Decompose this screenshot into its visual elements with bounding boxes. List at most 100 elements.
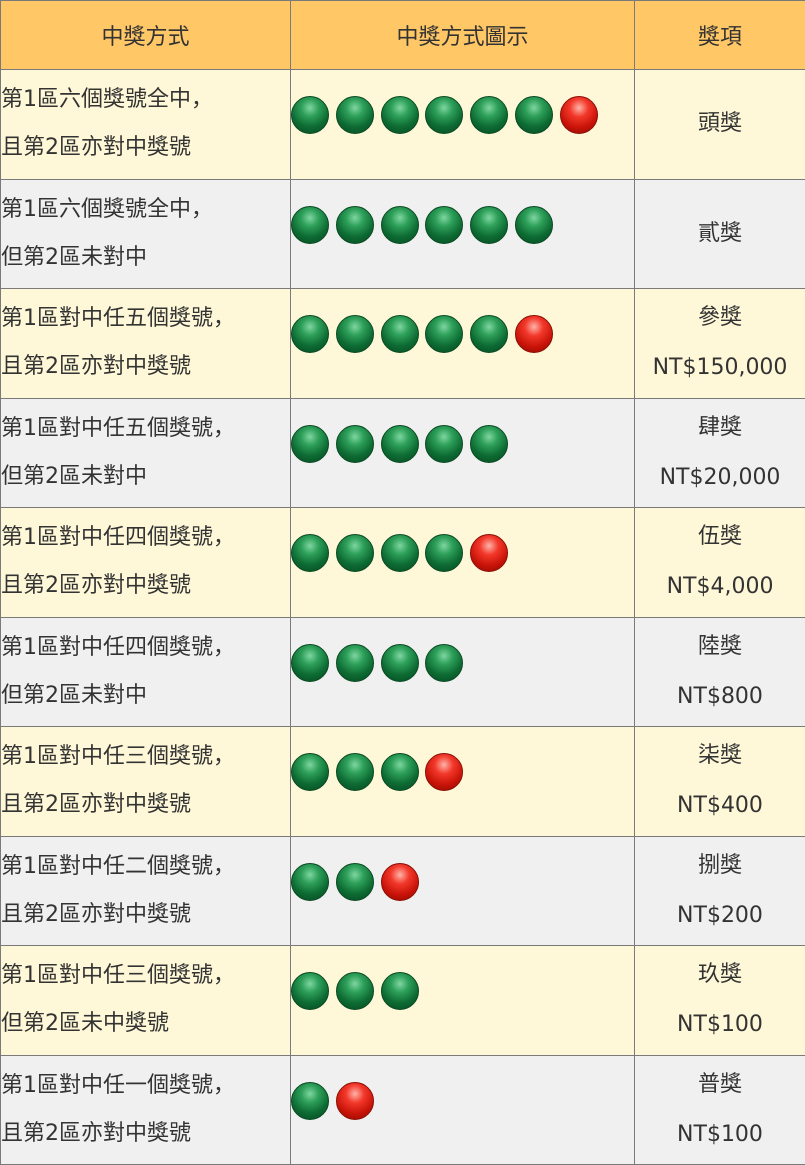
prize-name: 捌獎 bbox=[697, 852, 742, 878]
method-line-1: 第1區對中任五個獎號， bbox=[1, 415, 235, 441]
balls-cell bbox=[290, 69, 635, 180]
prize-name: 肆獎 bbox=[697, 414, 742, 440]
green-ball-icon bbox=[335, 862, 374, 901]
balls-cell bbox=[290, 835, 635, 946]
red-ball-icon bbox=[335, 1081, 374, 1120]
balls-diagram bbox=[291, 862, 634, 902]
prize-name: 貳獎 bbox=[697, 220, 742, 246]
table-body: 第1區六個獎號全中， 且第2區亦對中獎號 頭獎 第1區六個獎號全中， 但第2區未… bbox=[0, 69, 805, 1165]
green-ball-icon bbox=[335, 972, 374, 1011]
green-ball-icon bbox=[380, 643, 419, 682]
table-row: 第1區對中任一個獎號， 且第2區亦對中獎號 普獎 NT$100 bbox=[0, 1054, 805, 1165]
method-line-2: 但第2區未中獎號 bbox=[1, 1011, 169, 1037]
table-row: 第1區對中任五個獎號， 且第2區亦對中獎號 參獎 NT$150,000 bbox=[0, 288, 805, 399]
method-line-1: 第1區六個獎號全中， bbox=[1, 87, 213, 113]
prize-cell: 頭獎 bbox=[634, 69, 805, 180]
balls-cell bbox=[290, 288, 635, 399]
green-ball-icon bbox=[380, 205, 419, 244]
green-ball-icon bbox=[470, 315, 509, 354]
prize-name: 柒獎 bbox=[697, 743, 742, 769]
prize-name: 頭獎 bbox=[697, 111, 742, 137]
balls-cell bbox=[290, 178, 635, 289]
method-line-1: 第1區對中任三個獎號， bbox=[1, 744, 235, 770]
prize-name: 普獎 bbox=[697, 1071, 742, 1097]
green-ball-icon bbox=[335, 315, 374, 354]
prize-amount: NT$100 bbox=[677, 1121, 763, 1147]
method-line-2: 但第2區未對中 bbox=[1, 244, 147, 270]
green-ball-icon bbox=[291, 205, 329, 244]
green-ball-icon bbox=[335, 424, 374, 463]
balls-diagram bbox=[291, 971, 634, 1011]
method-line-2: 且第2區亦對中獎號 bbox=[1, 1120, 191, 1146]
green-ball-icon bbox=[380, 753, 419, 792]
green-ball-icon bbox=[380, 424, 419, 463]
green-ball-icon bbox=[335, 534, 374, 573]
prize-amount: NT$800 bbox=[677, 683, 763, 709]
green-ball-icon bbox=[291, 1081, 329, 1120]
prize-amount: NT$150,000 bbox=[652, 355, 788, 381]
method-cell: 第1區對中任五個獎號， 但第2區未對中 bbox=[0, 397, 291, 508]
balls-diagram bbox=[291, 643, 634, 683]
green-ball-icon bbox=[425, 643, 464, 682]
table-row: 第1區對中任三個獎號， 但第2區未中獎號 玖獎 NT$100 bbox=[0, 945, 805, 1056]
balls-diagram bbox=[291, 752, 634, 792]
prize-name: 伍獎 bbox=[697, 524, 742, 550]
green-ball-icon bbox=[425, 534, 464, 573]
balls-diagram bbox=[291, 95, 634, 135]
red-ball-icon bbox=[470, 534, 509, 573]
method-line-2: 且第2區亦對中獎號 bbox=[1, 354, 191, 380]
green-ball-icon bbox=[291, 315, 329, 354]
balls-diagram bbox=[291, 424, 634, 464]
balls-cell bbox=[290, 616, 635, 727]
balls-cell bbox=[290, 507, 635, 618]
balls-diagram bbox=[291, 533, 634, 573]
prize-table: 中獎方式 中獎方式圖示 獎項 第1區六個獎號全中， 且第2區亦對中獎號 頭獎 第… bbox=[0, 0, 805, 1165]
prize-cell: 肆獎 NT$20,000 bbox=[634, 397, 805, 508]
green-ball-icon bbox=[335, 643, 374, 682]
green-ball-icon bbox=[380, 972, 419, 1011]
balls-cell bbox=[290, 945, 635, 1056]
method-cell: 第1區對中任五個獎號， 且第2區亦對中獎號 bbox=[0, 288, 291, 399]
prize-cell: 陸獎 NT$800 bbox=[634, 616, 805, 727]
green-ball-icon bbox=[514, 96, 553, 135]
green-ball-icon bbox=[335, 753, 374, 792]
method-line-1: 第1區對中任四個獎號， bbox=[1, 634, 235, 660]
header-row: 中獎方式 中獎方式圖示 獎項 bbox=[0, 0, 805, 70]
green-ball-icon bbox=[291, 534, 329, 573]
green-ball-icon bbox=[425, 315, 464, 354]
table-row: 第1區對中任四個獎號， 且第2區亦對中獎號 伍獎 NT$4,000 bbox=[0, 507, 805, 618]
method-cell: 第1區對中任二個獎號， 且第2區亦對中獎號 bbox=[0, 835, 291, 946]
header-method: 中獎方式 bbox=[0, 0, 291, 70]
green-ball-icon bbox=[291, 862, 329, 901]
method-line-1: 第1區對中任二個獎號， bbox=[1, 853, 235, 879]
prize-cell: 參獎 NT$150,000 bbox=[634, 288, 805, 399]
green-ball-icon bbox=[291, 753, 329, 792]
green-ball-icon bbox=[380, 315, 419, 354]
table-row: 第1區六個獎號全中， 但第2區未對中 貳獎 bbox=[0, 178, 805, 289]
prize-cell: 捌獎 NT$200 bbox=[634, 835, 805, 946]
red-ball-icon bbox=[380, 862, 419, 901]
header-prize: 獎項 bbox=[634, 0, 805, 70]
green-ball-icon bbox=[380, 96, 419, 135]
method-line-1: 第1區對中任四個獎號， bbox=[1, 525, 235, 551]
prize-cell: 貳獎 bbox=[634, 178, 805, 289]
balls-diagram bbox=[291, 1081, 634, 1121]
prize-cell: 柒獎 NT$400 bbox=[634, 726, 805, 837]
balls-cell bbox=[290, 1054, 635, 1165]
table-row: 第1區對中任三個獎號， 且第2區亦對中獎號 柒獎 NT$400 bbox=[0, 726, 805, 837]
prize-amount: NT$200 bbox=[677, 902, 763, 928]
table-row: 第1區六個獎號全中， 且第2區亦對中獎號 頭獎 bbox=[0, 69, 805, 180]
green-ball-icon bbox=[425, 205, 464, 244]
method-line-2: 且第2區亦對中獎號 bbox=[1, 135, 191, 161]
green-ball-icon bbox=[425, 424, 464, 463]
method-line-2: 但第2區未對中 bbox=[1, 682, 147, 708]
method-cell: 第1區對中任三個獎號， 但第2區未中獎號 bbox=[0, 945, 291, 1056]
prize-name: 參獎 bbox=[697, 305, 742, 331]
red-ball-icon bbox=[514, 315, 553, 354]
green-ball-icon bbox=[291, 96, 329, 135]
green-ball-icon bbox=[291, 972, 329, 1011]
green-ball-icon bbox=[470, 424, 509, 463]
method-cell: 第1區對中任一個獎號， 且第2區亦對中獎號 bbox=[0, 1054, 291, 1165]
green-ball-icon bbox=[380, 534, 419, 573]
green-ball-icon bbox=[425, 96, 464, 135]
